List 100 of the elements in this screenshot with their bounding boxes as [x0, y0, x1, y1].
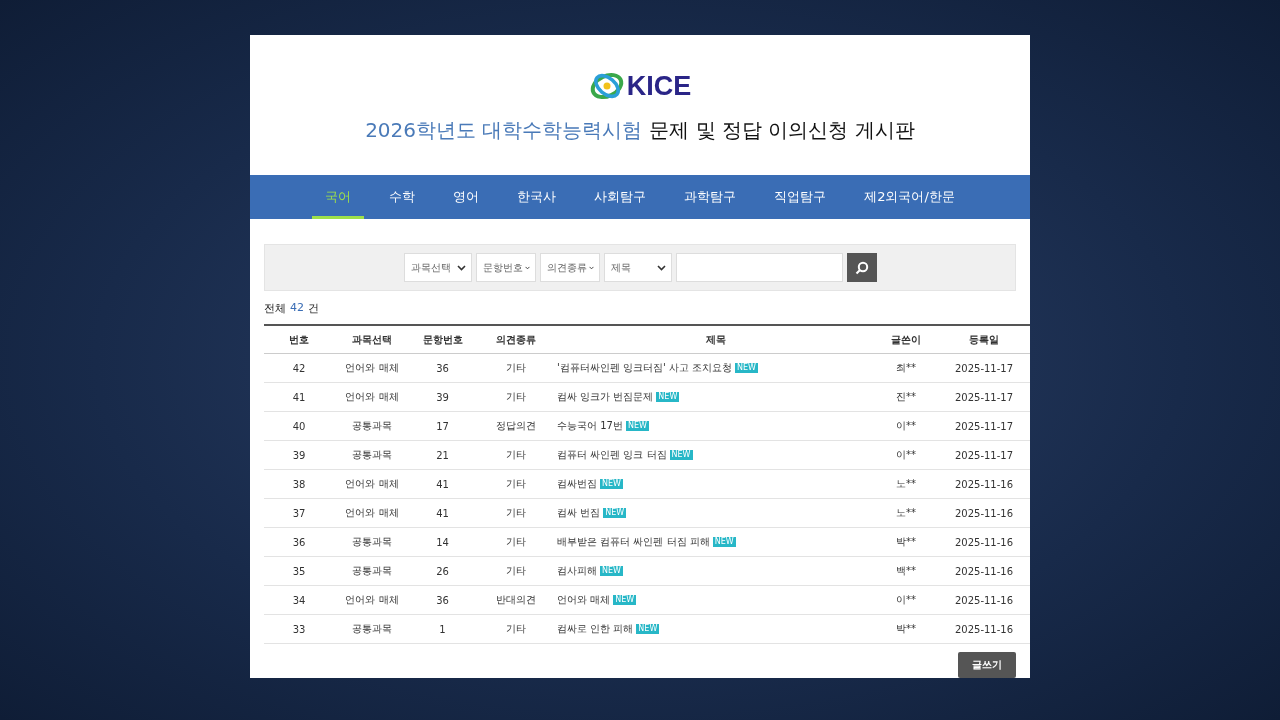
nav-tab[interactable]: 직업탐구: [761, 175, 840, 219]
table-cell: 언어와 매체: [334, 585, 410, 615]
table-cell: 39: [264, 440, 334, 470]
table-cell: 이**: [874, 411, 938, 441]
table-cell: 이**: [874, 585, 938, 615]
table-cell: 공통과목: [334, 527, 410, 557]
search-field[interactable]: [675, 253, 843, 282]
table-cell: 2025-11-16: [938, 527, 1030, 557]
nav-tab[interactable]: 수학: [376, 175, 429, 219]
table-cell: 37: [264, 498, 334, 528]
table-cell: 최**: [874, 353, 938, 383]
post-title-link[interactable]: 수능국어 17번: [557, 420, 623, 431]
table-cell: 2025-11-16: [938, 469, 1030, 499]
nav-tab[interactable]: 국어: [312, 175, 365, 219]
post-title-link[interactable]: 컴사피해: [557, 565, 597, 576]
new-badge: NEW: [613, 595, 637, 605]
column-header: 과목선택: [334, 325, 410, 354]
post-title-link[interactable]: 컴퓨터 싸인펜 잉크 터짐: [557, 449, 667, 460]
new-badge: NEW: [669, 450, 693, 460]
table-cell: 2025-11-16: [938, 498, 1030, 528]
nav-tab[interactable]: 과학탐구: [671, 175, 750, 219]
column-header: 제목: [557, 325, 874, 354]
count-label: 전체: [264, 301, 286, 316]
select-dropdown[interactable]: 제목: [603, 253, 672, 282]
table-cell: 기타: [475, 556, 557, 586]
column-header: 번호: [264, 325, 334, 354]
new-badge: NEW: [603, 508, 627, 518]
table-cell: 공통과목: [334, 614, 410, 644]
table-cell: 17: [410, 411, 475, 441]
page-title: 문제 및 정답 이의신청 게시판: [649, 117, 915, 144]
post-title-link[interactable]: 컴싸 번짐: [557, 507, 601, 518]
post-title-link[interactable]: 컴싸번짐: [557, 478, 597, 489]
new-badge: NEW: [735, 363, 758, 373]
table-cell: 21: [410, 440, 475, 470]
table-cell: 36: [264, 527, 334, 557]
post-title-link[interactable]: '컴퓨터싸인펜 잉크터짐' 사고 조치요청: [557, 362, 733, 373]
post-title-link[interactable]: 배부받은 컴퓨터 싸인펜 터짐 피해: [557, 536, 710, 547]
table-cell: 41: [410, 469, 475, 499]
table-cell: 공통과목: [334, 411, 410, 441]
column-header: 문항번호: [410, 325, 475, 354]
table-cell: 노**: [874, 498, 938, 528]
chevron-icon: [456, 264, 466, 271]
new-badge: NEW: [600, 566, 623, 576]
table-cell: 38: [264, 469, 334, 499]
table-cell: 기타: [475, 440, 557, 470]
select-dropdown[interactable]: 과목선택: [403, 253, 472, 282]
table-cell: 35: [264, 556, 334, 586]
new-badge: NEW: [712, 537, 736, 547]
table-cell: 36: [410, 353, 475, 383]
table-cell: 기타: [475, 469, 557, 499]
column-header: 등록일: [938, 325, 1030, 354]
nav-tab[interactable]: 한국사: [504, 175, 570, 219]
table-cell: 공통과목: [334, 440, 410, 470]
table-cell: 노**: [874, 469, 938, 499]
table-cell: 34: [264, 585, 334, 615]
table-cell: 백**: [874, 556, 938, 586]
table-cell: 이**: [874, 440, 938, 470]
nav-tab[interactable]: 제2외국어/한문: [851, 175, 968, 219]
write-button[interactable]: 글쓰기: [958, 652, 1016, 678]
table-cell: 박**: [874, 614, 938, 644]
table-cell: 1: [410, 614, 475, 644]
post-title-link[interactable]: 컴싸로 인한 피해: [557, 623, 634, 634]
select-dropdown[interactable]: 문항번호: [475, 253, 536, 282]
select-dropdown[interactable]: 의견종류: [539, 253, 600, 282]
column-header: 의견종류: [475, 325, 557, 354]
table-cell: 2025-11-17: [938, 353, 1030, 383]
table-cell: 진**: [874, 382, 938, 412]
table-cell: 40: [264, 411, 334, 441]
new-badge: NEW: [636, 624, 660, 634]
search-icon: [854, 260, 869, 275]
table-cell: 42: [264, 353, 334, 383]
table-cell: 정답의견: [475, 411, 557, 441]
table-cell: 공통과목: [334, 556, 410, 586]
table-cell: 기타: [475, 498, 557, 528]
table-cell: 박**: [874, 527, 938, 557]
chevron-icon: [588, 264, 594, 271]
table-cell: 반대의견: [475, 585, 557, 615]
logo-text: KICE: [626, 72, 692, 100]
table-cell: 14: [410, 527, 475, 557]
table-cell: 2025-11-17: [938, 382, 1030, 412]
search-button[interactable]: [846, 253, 877, 282]
count-unit: 건: [308, 301, 319, 316]
table-cell: 2025-11-16: [938, 614, 1030, 644]
post-title-link[interactable]: 컴싸 잉크가 번짐문제: [557, 391, 654, 402]
new-badge: NEW: [656, 392, 680, 402]
table-cell: 2025-11-16: [938, 585, 1030, 615]
title-highlight: 2026학년도 대학수학능력시험: [365, 117, 643, 144]
new-badge: NEW: [625, 421, 649, 431]
table-cell: 2025-11-16: [938, 556, 1030, 586]
post-title-link[interactable]: 언어와 매체: [557, 594, 611, 605]
nav-tab[interactable]: 사회탐구: [581, 175, 660, 219]
table-cell: 언어와 매체: [334, 353, 410, 383]
table-cell: 언어와 매체: [334, 498, 410, 528]
new-badge: NEW: [600, 479, 623, 489]
table-cell: 언어와 매체: [334, 382, 410, 412]
table-cell: 기타: [475, 614, 557, 644]
table-cell: 2025-11-17: [938, 440, 1030, 470]
nav-tab[interactable]: 영어: [440, 175, 493, 219]
table-cell: 기타: [475, 353, 557, 383]
table-cell: 41: [410, 498, 475, 528]
